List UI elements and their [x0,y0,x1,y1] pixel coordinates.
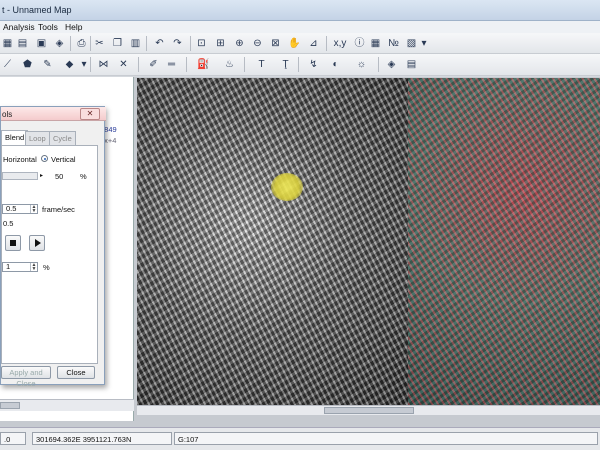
line-width-icon[interactable]: ═ [164,57,179,72]
zoom-box-icon[interactable]: ⊞ [213,36,228,51]
zoom-extent-icon[interactable]: ⊡ [194,36,209,51]
stop-icon [10,240,16,246]
stop-button[interactable] [5,235,21,251]
blend-unit: % [80,172,87,181]
status-bar: .0 301694.362E 3951121.763N G:107 [0,427,600,450]
open-file-icon[interactable]: ▤ [15,36,30,51]
vertical-label: Vertical [51,155,76,164]
info-icon[interactable]: ⓘ [352,36,367,51]
rate-spinner[interactable]: 0.5 ▲ ▼ [2,204,38,214]
arrow-style-icon[interactable]: ↯ [306,57,321,72]
vertex-icon[interactable]: ⋈ [96,57,111,72]
main-toolbar: ▦ ▤ ▣ ◈ ⎙ ✂ ❐ ▥ ↶ ↷ ⊡ ⊞ ⊕ ⊖ ⊠ ✋ ⊿ x,y ⓘ … [0,33,600,54]
close-icon[interactable]: ✕ [80,108,100,120]
menu-tools[interactable]: Tools [38,22,58,32]
play-button[interactable] [29,235,45,251]
tab-loop[interactable]: Loop [25,131,50,145]
close-button[interactable]: Close [57,366,95,379]
blend-slider[interactable] [2,172,38,180]
blend-tools-dialog: ols ✕ Blend Loop Cycle Horizontal Vertic… [0,106,106,388]
paste-icon[interactable]: ▥ [128,36,143,51]
step-value: 0.5 [3,219,14,228]
print-icon[interactable]: ⎙ [74,36,89,51]
dialog-tabs: Blend Loop Cycle [1,130,106,145]
drawing-toolbar: ⟋ ⬟ ✎ ◆ ▾ ⋈ ✕ ✐ ═ ⛽ ♨ T Ţ ↯ ◐ ☼ ◈ ▤ [0,54,600,76]
layers-icon[interactable]: ◈ [52,36,67,51]
paint-bucket-icon[interactable]: ⛽ [196,57,211,72]
blend-value: 50 [55,172,64,181]
brightness-icon[interactable]: ☼ [354,57,369,72]
attribute-icon[interactable]: ▧ [404,36,419,51]
cut-icon[interactable]: ✂ [92,36,107,51]
toc-scroll-thumb[interactable] [0,402,20,409]
rate-unit: frame/sec [42,205,75,214]
color-image-layer [408,78,600,405]
menu-analysis[interactable]: Analysis [3,22,35,32]
vertical-radio[interactable] [41,155,48,162]
increment-unit: % [43,263,50,272]
text-bucket-icon[interactable]: ♨ [222,57,237,72]
horizontal-label: Horizontal [3,155,37,164]
zoom-out-icon[interactable]: ⊖ [250,36,265,51]
contrast-icon[interactable]: ◐ [328,57,343,72]
measure-icon[interactable]: ⊿ [306,36,321,51]
pen-icon[interactable]: ✐ [146,57,161,72]
zoom-in-icon[interactable]: ⊕ [232,36,247,51]
undo-icon[interactable]: ↶ [152,36,167,51]
rate-value: 0.5 [6,204,17,213]
fill-tool-icon[interactable]: ◆ [62,57,77,72]
numbers-icon[interactable]: № [386,36,401,51]
layer-stack-icon[interactable]: ◈ [384,57,399,72]
spinner-arrows-icon[interactable]: ▲ ▼ [30,263,37,272]
table-icon[interactable]: ▦ [368,36,383,51]
line-tool-icon[interactable]: ⟋ [0,57,15,72]
chevron-down-icon[interactable]: ▾ [80,57,88,72]
symbol-icon[interactable]: ✎ [40,57,55,72]
spinner-arrows-icon[interactable]: ▲ ▼ [30,205,37,214]
dialog-title: ols [2,110,13,119]
layer-manage-icon[interactable]: ▤ [404,57,419,72]
copy-icon[interactable]: ❐ [110,36,125,51]
grid-icon[interactable]: ▦ [0,36,15,51]
increment-value: 1 [6,262,11,271]
menu-bar: Analysis Tools Help [0,21,600,33]
pan-hand-icon[interactable]: ✋ [287,36,302,51]
map-horizontal-scrollbar[interactable] [137,405,600,415]
dialog-title-bar: ols ✕ [1,107,106,121]
polygon-tool-icon[interactable]: ⬟ [20,57,35,72]
node-icon[interactable]: ✕ [116,57,131,72]
play-icon [35,239,41,247]
map-scroll-thumb[interactable] [324,407,414,414]
text-tool-icon[interactable]: T [254,57,269,72]
coordinate-icon[interactable]: x,y [330,36,350,51]
status-pixel-value: G:107 [174,432,598,445]
status-coordinates: 301694.362E 3951121.763N [32,432,172,445]
save-icon[interactable]: ▣ [34,36,49,51]
chevron-down-icon[interactable]: ▾ [420,36,428,51]
title-bar: t - Unnamed Map [0,0,600,21]
increment-spinner[interactable]: 1 ▲ ▼ [2,262,38,272]
window-title: t - Unnamed Map [2,5,72,15]
tab-cycle[interactable]: Cycle [49,131,76,145]
toc-scrollbar[interactable] [0,399,134,411]
blend-panel: Horizontal Vertical ▸ 50 % 0.5 ▲ ▼ frame/… [1,145,98,364]
text-style-icon[interactable]: Ţ [278,57,293,72]
map-view[interactable] [137,78,600,405]
menu-help[interactable]: Help [65,22,82,32]
zoom-window-icon[interactable]: ⊠ [268,36,283,51]
slider-right-arrow-icon[interactable]: ▸ [40,172,43,179]
status-scale: .0 [0,432,26,445]
apply-and-close-button[interactable]: Apply and Close [1,366,51,388]
highlighted-area [271,173,303,201]
grayscale-image-layer [137,78,408,405]
redo-icon[interactable]: ↷ [170,36,185,51]
